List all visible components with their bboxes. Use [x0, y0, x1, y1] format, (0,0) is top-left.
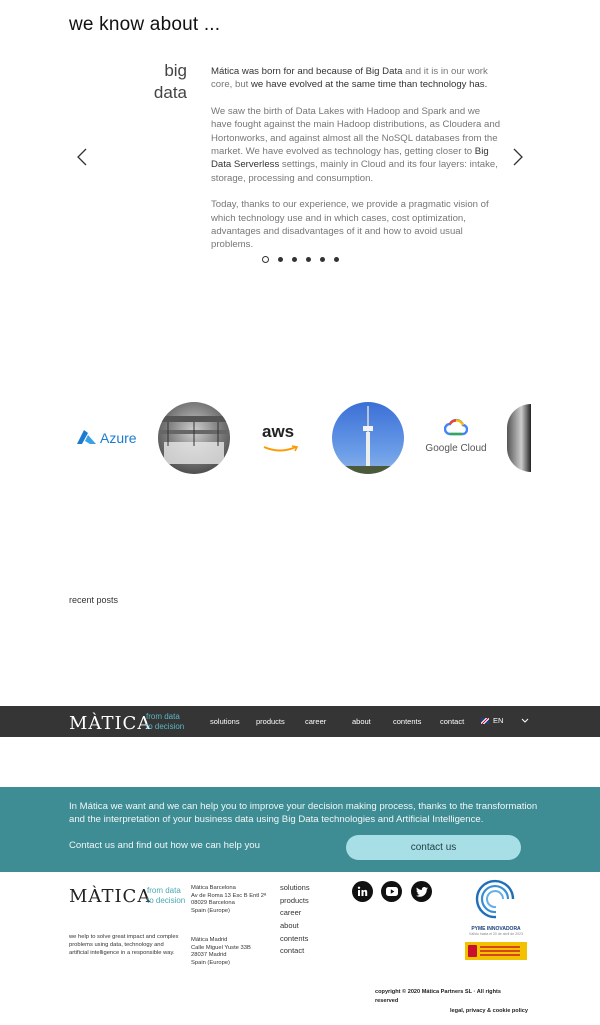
- footer-link-solutions[interactable]: solutions: [280, 883, 310, 892]
- slide-p1-highlight: Mática was born for and because of Big D…: [211, 66, 403, 77]
- partial-photo: [507, 404, 531, 472]
- nav-brand-logo[interactable]: MÀTICA: [69, 713, 151, 734]
- tower-photo: [332, 402, 404, 474]
- address-line: Mática Barcelona: [191, 885, 236, 891]
- slide-paragraph-1: Mática was born for and because of Big D…: [211, 65, 503, 92]
- slider-dot[interactable]: [306, 256, 311, 262]
- slider-next-arrow-icon[interactable]: [510, 146, 526, 168]
- azure-logo: Azure: [76, 428, 137, 448]
- nav-item-contents[interactable]: contents: [393, 717, 421, 726]
- slide-p2-text: We saw the birth of Data Lakes with Hado…: [211, 105, 501, 158]
- cta-subtext: Contact us and find out how we can help …: [69, 840, 260, 851]
- address-line: 28037 Madrid: [191, 952, 227, 959]
- legal-privacy-link[interactable]: legal, privacy & cookie policy: [450, 1008, 528, 1014]
- footer-link-career[interactable]: career: [280, 908, 301, 917]
- azure-icon: [77, 430, 96, 444]
- footer-description: we help to solve great impact and comple…: [69, 934, 179, 957]
- slide-paragraph-3: Today, thanks to our experience, we prov…: [211, 199, 489, 251]
- address-line: Mática Madrid: [191, 937, 228, 943]
- twitter-icon[interactable]: [411, 881, 432, 902]
- slide-body: Mática was born for and because of Big D…: [211, 65, 503, 265]
- address-line: Calle Miguel Yuste 33B: [191, 944, 251, 951]
- recent-posts-heading: recent posts: [69, 595, 119, 605]
- pyme-badge-subtitle: Válido hasta el 20 de abril de 2023: [469, 932, 523, 936]
- slider-prev-arrow-icon[interactable]: [74, 146, 90, 168]
- slider-dot[interactable]: [278, 256, 283, 262]
- nav-tagline: from data to decision: [146, 712, 184, 732]
- address-line: 08029 Barcelona: [191, 900, 235, 907]
- slider-dot[interactable]: [334, 256, 339, 262]
- slide-title-line-2: data: [153, 83, 187, 102]
- azure-label: Azure: [100, 430, 137, 446]
- address-madrid: Mática Madrid Calle Miguel Yuste 33B 280…: [191, 937, 251, 967]
- linkedin-icon[interactable]: [352, 881, 373, 902]
- slider-dot[interactable]: [262, 255, 269, 263]
- factory-photo: [158, 402, 230, 474]
- copyright-notice: copyright © 2020 Mática Partners SL · Al…: [375, 989, 501, 1004]
- spanish-government-logo: [465, 942, 527, 960]
- slider-dot[interactable]: [292, 256, 297, 262]
- footer-link-contents[interactable]: contents: [280, 934, 308, 943]
- slide-paragraph-2: We saw the birth of Data Lakes with Hado…: [211, 105, 503, 185]
- address-line: Spain (Europe): [191, 907, 230, 914]
- pyme-innovadora-badge: PYME INNOVADORA Válido hasta el 20 de ab…: [466, 877, 526, 936]
- nav-item-about[interactable]: about: [352, 717, 371, 726]
- aws-label: aws: [262, 422, 295, 441]
- nav-item-contact[interactable]: contact: [440, 717, 464, 726]
- slide-title-line-1: big: [164, 61, 187, 80]
- chevron-down-icon: [522, 718, 529, 723]
- google-cloud-label: Google Cloud: [425, 443, 487, 454]
- google-cloud-logo: Google Cloud: [424, 418, 488, 458]
- address-line: Spain (Europe): [191, 959, 230, 966]
- footer-tagline-line-2: to decision: [147, 896, 186, 905]
- nav-tagline-line-1: from data: [146, 712, 180, 721]
- google-cloud-icon: [443, 418, 469, 436]
- footer-brand-logo[interactable]: MÀTICA: [69, 886, 151, 907]
- slide-title: big data: [154, 60, 187, 104]
- language-label: EN: [493, 716, 504, 725]
- coat-of-arms-icon: [468, 945, 477, 957]
- address-line: Av de Roma 13 Esc B Entl 2ª: [191, 892, 267, 899]
- government-text-mark: [480, 946, 520, 956]
- language-selector[interactable]: EN: [481, 716, 529, 725]
- nav-item-solutions[interactable]: solutions: [210, 717, 240, 726]
- nav-tagline-line-2: to decision: [146, 722, 185, 731]
- footer-link-products[interactable]: products: [280, 896, 309, 905]
- section-heading: we know about ...: [69, 14, 221, 35]
- cta-text: In Mática we want and we can help you to…: [69, 801, 538, 825]
- footer-link-about[interactable]: about: [280, 921, 299, 930]
- pyme-seal-icon: [475, 879, 515, 919]
- youtube-icon[interactable]: [381, 881, 402, 902]
- slider-pagination: [262, 255, 339, 263]
- uk-flag-icon: [481, 717, 489, 724]
- aws-smile-icon: [263, 445, 299, 452]
- aws-logo: aws: [262, 423, 302, 453]
- slider-dot[interactable]: [320, 256, 325, 262]
- footer-tagline-line-1: from data: [147, 886, 181, 895]
- footer-link-contact[interactable]: contact: [280, 946, 304, 955]
- footer-tagline: from data to decision: [147, 886, 185, 906]
- address-barcelona: Mática Barcelona Av de Roma 13 Esc B Ent…: [191, 885, 266, 915]
- slide-p1-highlight-2: we have evolved at the same time than te…: [251, 79, 488, 91]
- contact-us-button[interactable]: contact us: [346, 835, 521, 860]
- nav-item-career[interactable]: career: [305, 717, 326, 726]
- nav-item-products[interactable]: products: [256, 717, 285, 726]
